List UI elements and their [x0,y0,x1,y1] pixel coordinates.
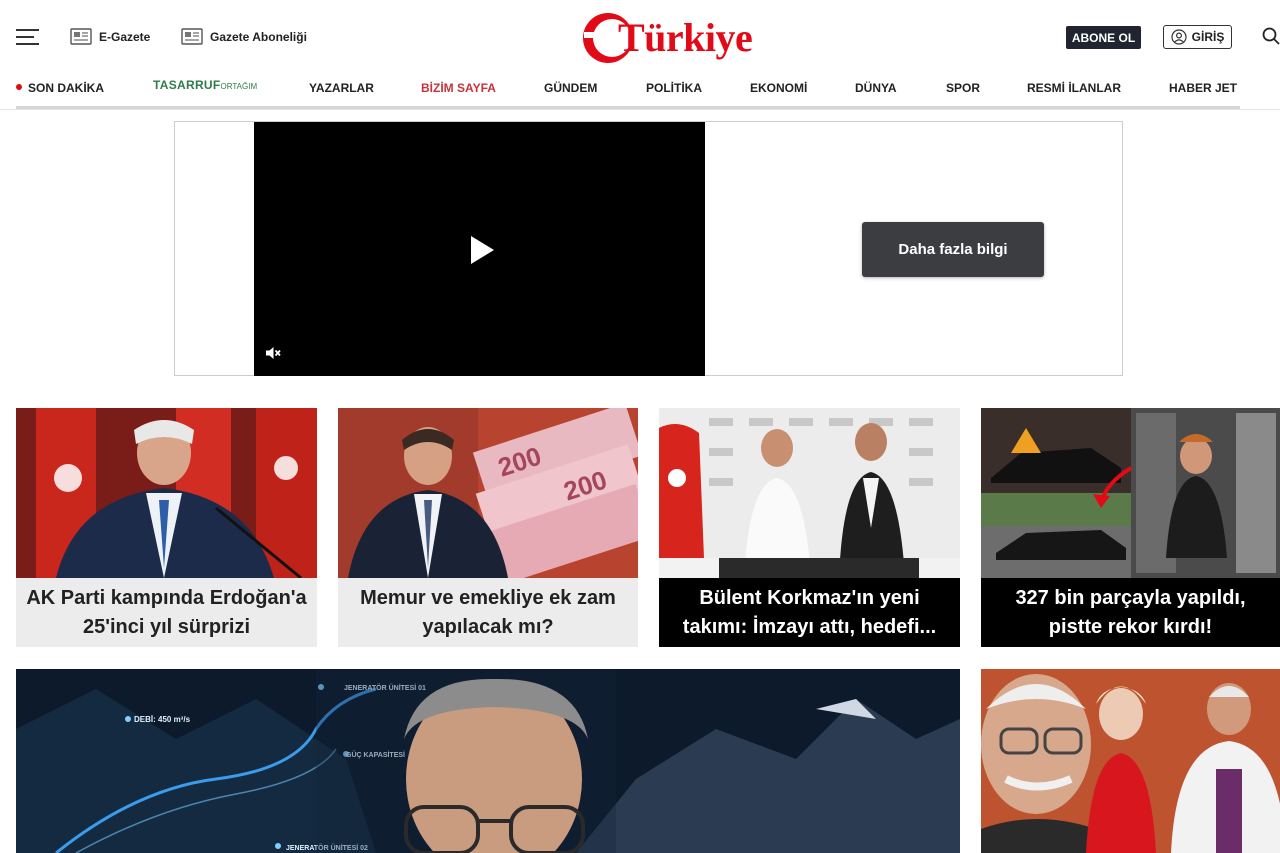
news-card-title: 327 bin parçayla yapıldı, pistte rekor k… [981,578,1280,647]
side-image-art [981,669,1280,853]
header-divider [0,109,1280,110]
mute-icon[interactable] [264,344,282,362]
subscribe-button[interactable]: ABONE OL [1066,26,1141,49]
user-icon [1171,29,1187,45]
newspaper-icon [181,28,203,45]
play-icon[interactable] [471,236,494,264]
video-ad-container: Daha fazla bilgi [174,121,1123,376]
headline-image[interactable]: DEBİ: 450 m³/s JENERATÖR ÜNİTESİ 01 GÜÇ … [16,669,960,853]
news-card-title: Memur ve emekliye ek zam yapılacak mı? [338,578,638,647]
egazete-label: E-Gazete [99,29,151,44]
logo-text: Türkiye [618,14,753,60]
news-card-image [659,408,960,578]
ortagim-label: ORTAĞIM [220,82,258,91]
flow-rate-label: DEBİ: 450 m³/s [134,715,191,724]
gazete-abonelik-link[interactable]: Gazete Aboneliği [181,28,307,45]
main-navigation: SON DAKİKA TASARRUFORTAĞIM YAZARLAR BİZİ… [16,77,1240,109]
nav-son-dakika-label: SON DAKİKA [28,81,105,95]
live-dot-icon [16,84,22,90]
headline-image-art: DEBİ: 450 m³/s JENERATÖR ÜNİTESİ 01 GÜÇ … [16,669,960,853]
news-card[interactable]: AK Parti kampında Erdoğan'a 25'inci yıl … [16,408,317,647]
news-card-title: AK Parti kampında Erdoğan'a 25'inci yıl … [16,578,317,647]
newspaper-icon [70,28,92,45]
nav-yazarlar[interactable]: YAZARLAR [309,81,374,95]
nav-dunya[interactable]: DÜNYA [855,81,897,95]
nav-resmi-ilanlar[interactable]: RESMİ İLANLAR [1027,81,1121,95]
nav-politika[interactable]: POLİTİKA [646,81,702,95]
news-card-image: 200 200 [338,408,638,578]
nav-bizim-sayfa[interactable]: BİZİM SAYFA [421,81,496,95]
news-card[interactable]: 200 200 Memur ve emekliye ek zam yapılac… [338,408,638,647]
tasarruf-label: TASARRUF [153,78,221,92]
news-card[interactable]: Bülent Korkmaz'ın yeni takımı: İmzayı at… [659,408,960,647]
site-logo[interactable]: Türkiye [582,9,753,65]
nav-tasarruf-ortagim[interactable]: TASARRUFORTAĞIM [153,78,257,92]
news-card-image [981,408,1280,578]
gazete-abonelik-label: Gazete Aboneliği [210,29,307,44]
login-button[interactable]: GİRİŞ [1163,25,1232,49]
nav-haber-jet[interactable]: HABER JET [1169,81,1237,95]
login-label: GİRİŞ [1191,30,1225,44]
nav-son-dakika[interactable]: SON DAKİKA [16,81,104,95]
site-header: E-Gazete Gazete Aboneliği Türkiye ABONE … [0,0,1280,76]
news-side-image[interactable] [981,669,1280,853]
learn-more-button[interactable]: Daha fazla bilgi [862,222,1044,277]
hamburger-menu-icon[interactable] [16,29,39,46]
news-card-image [16,408,317,578]
nav-ekonomi[interactable]: EKONOMİ [750,81,807,95]
video-player[interactable] [254,122,705,376]
news-card[interactable]: 327 bin parçayla yapıldı, pistte rekor k… [981,408,1280,647]
nav-spor[interactable]: SPOR [946,81,980,95]
nav-gundem[interactable]: GÜNDEM [544,81,597,95]
search-icon[interactable] [1262,27,1280,45]
news-card-title: Bülent Korkmaz'ın yeni takımı: İmzayı at… [659,578,960,647]
egazete-link[interactable]: E-Gazete [70,28,150,45]
